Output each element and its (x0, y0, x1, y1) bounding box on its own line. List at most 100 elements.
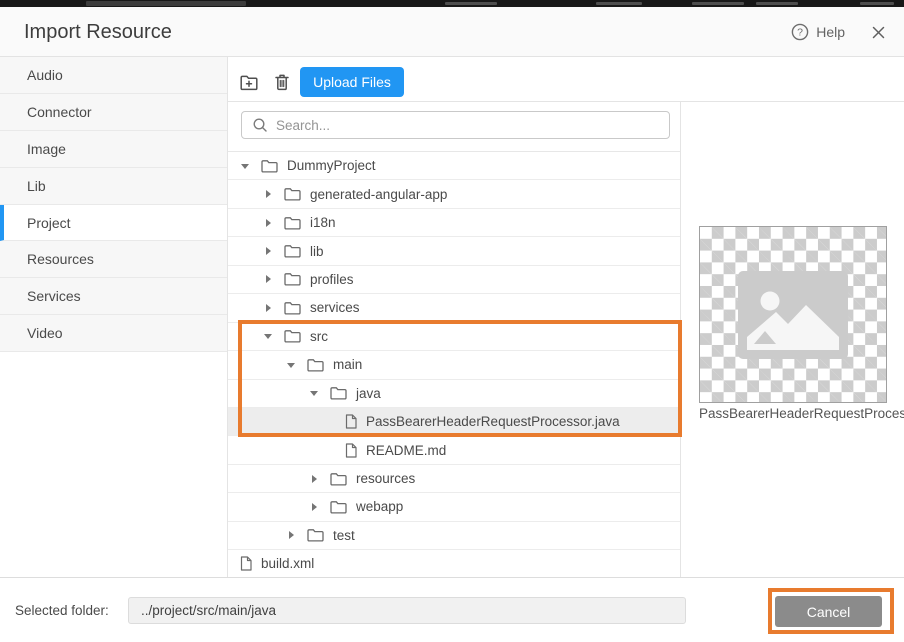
tree-node-label: build.xml (261, 556, 314, 571)
tree-row-folder[interactable]: services (228, 294, 680, 322)
preview-image-placeholder (699, 226, 887, 403)
delete-button[interactable] (270, 70, 294, 94)
tree-node-label: main (333, 357, 362, 372)
sidebar-item-label: Audio (27, 67, 63, 83)
tree-node-label: profiles (310, 272, 354, 287)
sidebar-item-resources[interactable]: Resources (0, 241, 227, 278)
tree-row-folder[interactable]: resources (228, 465, 680, 493)
search-box (241, 111, 670, 139)
tree-node-label: webapp (356, 499, 403, 514)
tree-row-file[interactable]: build.xml (228, 550, 680, 578)
sidebar-item-project[interactable]: Project (0, 205, 227, 242)
file-icon (345, 414, 357, 429)
category-sidebar: Audio Connector Image Lib Project Resources Se… (0, 57, 227, 352)
folder-icon (330, 500, 347, 514)
sidebar-item-image[interactable]: Image (0, 131, 227, 168)
close-button[interactable] (871, 25, 886, 40)
background-remnant (860, 2, 894, 5)
folder-icon (284, 187, 301, 201)
sidebar-item-services[interactable]: Services (0, 278, 227, 315)
footer-divider (0, 577, 904, 578)
selected-folder-input[interactable] (128, 597, 686, 624)
cancel-button[interactable]: Cancel (775, 596, 882, 627)
chevron-right-icon[interactable] (309, 474, 319, 484)
tree-node-label: java (356, 386, 381, 401)
import-resource-screen: Import Resource ? Help Audio Connector Ima… (0, 0, 904, 642)
folder-icon (330, 472, 347, 486)
folder-icon (307, 528, 324, 542)
background-remnant (596, 2, 642, 5)
tree-node-label: generated-angular-app (310, 187, 447, 202)
chevron-down-icon[interactable] (263, 331, 273, 341)
folder-icon (284, 244, 301, 258)
tree-row-folder[interactable]: i18n (228, 209, 680, 237)
upload-files-button[interactable]: Upload Files (300, 67, 404, 97)
folder-icon (284, 329, 301, 343)
image-placeholder-icon (738, 271, 848, 359)
chevron-right-icon[interactable] (309, 502, 319, 512)
help-label: Help (816, 24, 845, 40)
sidebar-item-label: Lib (27, 178, 46, 194)
close-icon (871, 25, 886, 40)
chevron-down-icon[interactable] (309, 388, 319, 398)
sidebar-item-label: Services (27, 288, 81, 304)
dialog-title: Import Resource (24, 7, 172, 57)
tree-row-file[interactable]: README.md (228, 436, 680, 464)
toolbar-divider (228, 101, 904, 102)
chevron-right-icon[interactable] (263, 218, 273, 228)
file-icon (240, 556, 252, 571)
new-folder-icon (238, 71, 260, 93)
tree-row-folder[interactable]: webapp (228, 493, 680, 521)
svg-text:?: ? (797, 27, 803, 39)
sidebar-item-label: Resources (27, 251, 94, 267)
tree-node-label: resources (356, 471, 415, 486)
dialog-header: Import Resource ? Help (0, 7, 904, 57)
file-icon (345, 443, 357, 458)
background-remnant (86, 1, 246, 6)
background-page-strip (0, 0, 904, 7)
tree-node-label: i18n (310, 215, 336, 230)
search-input[interactable] (276, 118, 659, 133)
tree-node-label: PassBearerHeaderRequestProcessor.java (366, 414, 620, 429)
chevron-right-icon[interactable] (286, 530, 296, 540)
folder-icon (330, 386, 347, 400)
sidebar-item-lib[interactable]: Lib (0, 168, 227, 205)
tree-row-file[interactable]: PassBearerHeaderRequestProcessor.java (228, 408, 680, 436)
new-folder-button[interactable] (237, 70, 261, 94)
preview-filename: PassBearerHeaderRequestProcessor.java (699, 406, 904, 426)
tree-row-folder[interactable]: src (228, 323, 680, 351)
background-remnant (445, 2, 497, 5)
file-tree: DummyProject generated-angular-app i18n lib… (228, 151, 680, 578)
sidebar-item-label: Connector (27, 104, 92, 120)
tree-row-folder[interactable]: profiles (228, 266, 680, 294)
tree-row-folder[interactable]: java (228, 380, 680, 408)
selected-folder-label: Selected folder: (15, 596, 109, 626)
chevron-right-icon[interactable] (263, 246, 273, 256)
sidebar-item-video[interactable]: Video (0, 315, 227, 352)
tree-node-label: lib (310, 244, 324, 259)
tree-row-folder[interactable]: generated-angular-app (228, 180, 680, 208)
chevron-down-icon[interactable] (286, 360, 296, 370)
background-remnant (692, 2, 744, 5)
chevron-down-icon[interactable] (240, 161, 250, 171)
folder-icon (307, 358, 324, 372)
tree-row-folder[interactable]: lib (228, 237, 680, 265)
help-button[interactable]: ? Help (791, 23, 845, 41)
sidebar-item-label: Project (27, 215, 71, 231)
tree-node-label: src (310, 329, 328, 344)
background-remnant (756, 2, 798, 5)
chevron-right-icon[interactable] (263, 303, 273, 313)
sidebar-item-connector[interactable]: Connector (0, 94, 227, 131)
folder-icon (284, 301, 301, 315)
search-icon (252, 117, 268, 133)
chevron-right-icon[interactable] (263, 189, 273, 199)
preview-divider (680, 102, 681, 577)
tree-node-label: services (310, 300, 360, 315)
help-icon: ? (791, 23, 809, 41)
tree-row-folder[interactable]: test (228, 522, 680, 550)
chevron-right-icon[interactable] (263, 274, 273, 284)
sidebar-item-audio[interactable]: Audio (0, 57, 227, 94)
tree-row-folder[interactable]: DummyProject (228, 152, 680, 180)
tree-row-folder[interactable]: main (228, 351, 680, 379)
tree-node-label: test (333, 528, 355, 543)
